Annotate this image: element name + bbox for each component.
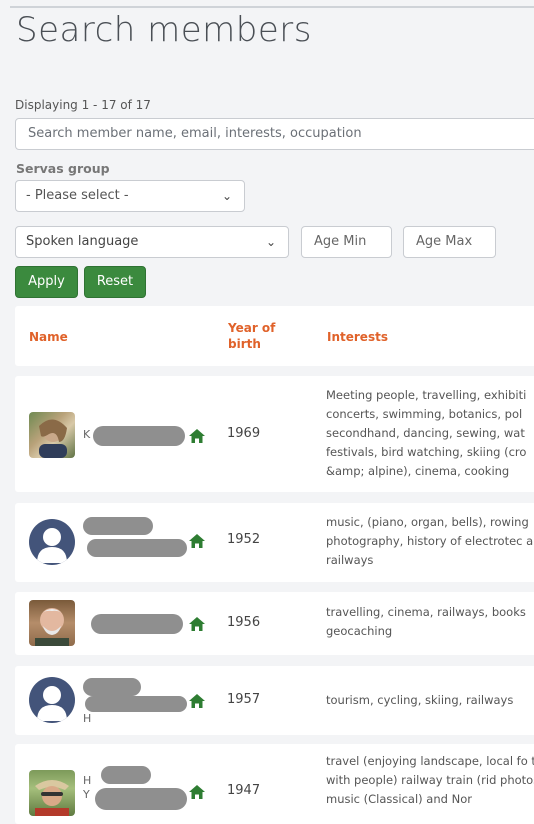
redacted-name bbox=[93, 426, 185, 446]
table-row[interactable]: K 1969 Meeting people, travelling, exhib… bbox=[15, 376, 534, 492]
avatar-photo bbox=[39, 419, 67, 458]
redacted-name bbox=[91, 614, 183, 634]
member-interests: travelling, cinema, railways, books geoc… bbox=[326, 605, 526, 638]
avatar-photo bbox=[35, 780, 69, 816]
table-row[interactable]: 1952 music, (piano, organ, bells), rowin… bbox=[15, 503, 534, 582]
redacted-name bbox=[83, 517, 153, 535]
redacted-name bbox=[85, 696, 187, 712]
member-interests: music, (piano, organ, bells), rowing pho… bbox=[326, 515, 534, 567]
home-icon bbox=[189, 534, 205, 548]
member-name: H bbox=[83, 712, 92, 725]
column-header-name[interactable]: Name bbox=[29, 329, 68, 345]
age-max-input[interactable]: Age Max bbox=[403, 226, 496, 258]
redacted-name bbox=[87, 539, 187, 557]
home-icon bbox=[189, 785, 205, 799]
member-year: 1969 bbox=[227, 426, 261, 441]
spoken-language-value: Spoken language bbox=[26, 234, 139, 249]
page-title: Search members bbox=[16, 10, 312, 50]
member-interests: travel (enjoying landscape, local fo tal… bbox=[326, 754, 534, 806]
search-input[interactable]: Search member name, email, interests, oc… bbox=[15, 118, 534, 150]
member-interests: Meeting people, travelling, exhibiti con… bbox=[326, 388, 527, 478]
chevron-down-icon: ⌄ bbox=[265, 235, 276, 249]
chevron-down-icon: ⌄ bbox=[221, 189, 232, 203]
member-name: K bbox=[83, 428, 91, 441]
user-silhouette-icon bbox=[37, 528, 67, 563]
table-header: Name Year of birth Interests bbox=[15, 306, 534, 366]
member-year: 1947 bbox=[227, 783, 261, 798]
avatar-photo bbox=[35, 608, 69, 646]
avatar[interactable] bbox=[29, 600, 75, 646]
member-year: 1956 bbox=[227, 615, 261, 630]
home-icon bbox=[189, 694, 205, 708]
home-icon bbox=[189, 617, 205, 631]
age-min-input[interactable]: Age Min bbox=[301, 226, 392, 258]
user-silhouette-icon bbox=[37, 686, 67, 721]
redacted-name bbox=[101, 766, 151, 784]
avatar[interactable] bbox=[29, 770, 75, 816]
column-header-interests[interactable]: Interests bbox=[327, 329, 388, 345]
redacted-name bbox=[83, 678, 141, 696]
results-count: Displaying 1 - 17 of 17 bbox=[15, 98, 151, 112]
member-year: 1952 bbox=[227, 532, 261, 547]
table-row[interactable]: H 1957 tourism, cycling, skiing, railway… bbox=[15, 666, 534, 735]
servas-group-select[interactable]: - Please select - ⌄ bbox=[15, 180, 245, 212]
top-divider bbox=[10, 6, 534, 8]
member-year: 1957 bbox=[227, 692, 261, 707]
column-header-year[interactable]: Year of birth bbox=[228, 320, 288, 352]
home-icon bbox=[189, 429, 205, 443]
redacted-name bbox=[95, 788, 187, 810]
apply-button[interactable]: Apply bbox=[15, 266, 78, 298]
table-row[interactable]: 1956 travelling, cinema, railways, books… bbox=[15, 592, 534, 655]
servas-group-value: - Please select - bbox=[26, 188, 129, 203]
table-row[interactable]: H Y 1947 travel (enjoying landscape, loc… bbox=[15, 744, 534, 824]
avatar[interactable] bbox=[29, 677, 75, 723]
spoken-language-select[interactable]: Spoken language ⌄ bbox=[15, 226, 289, 258]
avatar[interactable] bbox=[29, 412, 75, 458]
servas-group-label: Servas group bbox=[16, 161, 110, 176]
avatar[interactable] bbox=[29, 519, 75, 565]
member-interests: tourism, cycling, skiing, railways bbox=[326, 693, 514, 707]
member-name: H Y bbox=[83, 774, 92, 801]
reset-button[interactable]: Reset bbox=[84, 266, 146, 298]
